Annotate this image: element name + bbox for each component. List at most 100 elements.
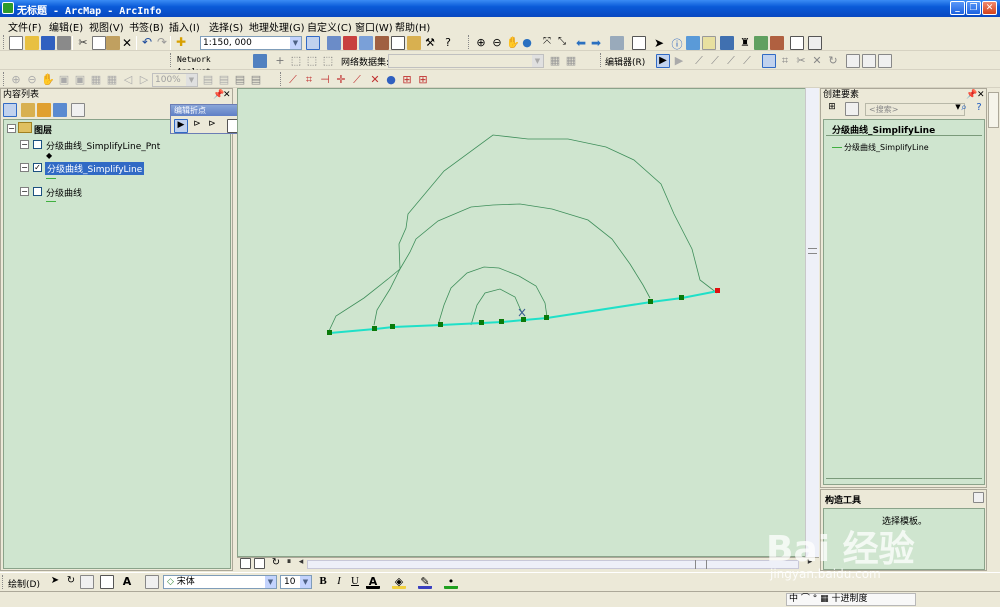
list-by-selection-icon[interactable] xyxy=(53,103,67,117)
layer-name-1[interactable]: 分级曲线_SimplifyLine_Pnt xyxy=(46,139,160,152)
data-view-icon[interactable] xyxy=(240,558,251,569)
template-properties-icon[interactable] xyxy=(845,102,859,116)
menu-insert[interactable]: 插入(I) xyxy=(169,19,200,34)
restore-button[interactable]: ❐ xyxy=(966,1,981,15)
fixed-zoom-in-icon[interactable]: ⤧ xyxy=(540,36,554,50)
layers-root-label[interactable]: 图层 xyxy=(34,123,52,136)
zoom-to-elements-icon[interactable] xyxy=(80,575,94,589)
template-item[interactable]: 分级曲线_SimplifyLine xyxy=(844,142,929,153)
zoom-whole-page-icon[interactable]: ▣ xyxy=(57,73,71,87)
solve-icon[interactable]: ⬚ xyxy=(305,54,319,68)
horizontal-scrollbar[interactable] xyxy=(307,560,799,569)
hyperlink-icon[interactable] xyxy=(686,36,700,50)
new-text-icon[interactable]: A xyxy=(120,575,134,589)
menu-customize[interactable]: 自定义(C) xyxy=(307,19,352,34)
close-icon[interactable]: ✕ xyxy=(977,90,985,100)
layout-back-icon[interactable]: ◁ xyxy=(121,73,135,87)
topology-move-icon[interactable]: ⌗ xyxy=(302,73,316,87)
help-icon[interactable]: ? xyxy=(972,102,986,116)
underline-icon[interactable]: U xyxy=(348,575,362,589)
measure-icon[interactable] xyxy=(720,36,734,50)
editor-menu[interactable]: 编辑器(R) xyxy=(605,55,645,68)
font-size-combo[interactable]: 10 ▼ xyxy=(280,575,312,589)
menu-selection[interactable]: 选择(S) xyxy=(209,19,243,34)
back-extent-icon[interactable]: ⬅ xyxy=(574,36,588,50)
pin-icon[interactable]: 📌 xyxy=(966,90,977,100)
editor-toolbar-icon[interactable] xyxy=(306,36,320,50)
end-point-arc-icon[interactable]: ⟋ xyxy=(708,54,722,68)
sketch-properties-icon[interactable] xyxy=(862,54,876,68)
close-button[interactable]: ✕ xyxy=(982,1,997,15)
topology-node-icon[interactable]: ✛ xyxy=(334,73,348,87)
toggle-draft-icon[interactable]: ▤ xyxy=(201,73,215,87)
menu-file[interactable]: 文件(F) xyxy=(8,19,42,34)
catalog-icon[interactable] xyxy=(343,36,357,50)
edit-tool-icon[interactable]: ▶ xyxy=(656,54,670,68)
topology-error-icon[interactable]: ✕ xyxy=(368,73,382,87)
callout-icon[interactable] xyxy=(145,575,159,589)
reshape-icon[interactable]: ⌗ xyxy=(778,54,792,68)
clear-selection-icon[interactable] xyxy=(632,36,646,50)
scale-combo[interactable]: 1:150, 000 ▼ xyxy=(200,36,302,50)
model-builder-icon[interactable] xyxy=(407,36,421,50)
line-color-icon[interactable]: ✎ xyxy=(418,575,432,589)
expander-layer-2[interactable]: − xyxy=(20,163,29,172)
list-by-source-icon[interactable] xyxy=(21,103,35,117)
expander-layer-3[interactable]: − xyxy=(20,187,29,196)
select-move-location-icon[interactable]: ⬚ xyxy=(289,54,303,68)
organize-templates-icon[interactable]: ⊞ xyxy=(825,102,839,116)
font-combo[interactable]: ◇ 宋体 ▼ xyxy=(163,575,277,589)
minimize-button[interactable]: _ xyxy=(950,1,965,15)
delete-icon[interactable]: ✕ xyxy=(120,36,134,50)
point-icon[interactable]: ⟋ xyxy=(740,54,754,68)
network-identify-icon[interactable]: ▦ xyxy=(564,54,578,68)
scroll-grip[interactable] xyxy=(808,248,817,254)
network-window-icon[interactable] xyxy=(253,54,267,68)
attributes-icon[interactable] xyxy=(846,54,860,68)
cut-polygons-icon[interactable]: ✂ xyxy=(794,54,808,68)
layout-zoom-in-icon[interactable]: ⊕ xyxy=(9,73,23,87)
tools-options-icon[interactable] xyxy=(973,492,984,503)
forward-extent-icon[interactable]: ➡ xyxy=(589,36,603,50)
focus-data-frame-icon[interactable]: ▤ xyxy=(217,73,231,87)
expander-layers[interactable]: − xyxy=(7,124,16,133)
modify-sketch-vertices-icon[interactable]: ▶ xyxy=(174,119,188,133)
menu-bookmarks[interactable]: 书签(B) xyxy=(129,19,164,34)
map-canvas[interactable] xyxy=(238,89,820,558)
directions-icon[interactable]: ⬚ xyxy=(321,54,335,68)
toc-options-icon[interactable] xyxy=(71,103,85,117)
hammer-icon[interactable]: ⚒ xyxy=(423,36,437,50)
copy-icon[interactable] xyxy=(92,36,106,50)
html-popup-icon[interactable] xyxy=(702,36,716,50)
layer-checkbox-1[interactable] xyxy=(33,140,42,149)
scroll-thumb[interactable] xyxy=(695,560,707,569)
rectangle-icon[interactable] xyxy=(100,575,114,589)
layer-checkbox-2[interactable]: ✓ xyxy=(33,163,42,172)
font-color-icon[interactable]: A xyxy=(366,575,380,589)
expander-layer-1[interactable]: − xyxy=(20,140,29,149)
map-display[interactable] xyxy=(237,88,819,557)
network-analyst-menu[interactable]: Network Analyst xyxy=(175,54,248,76)
bold-icon[interactable]: B xyxy=(316,575,330,589)
catalog-tab[interactable] xyxy=(988,92,999,128)
validate-topology-icon[interactable]: ● xyxy=(384,73,398,87)
menu-view[interactable]: 视图(V) xyxy=(89,19,124,34)
pan-icon[interactable]: ✋ xyxy=(506,36,520,50)
menu-help[interactable]: 帮助(H) xyxy=(395,19,430,34)
layout-pan-icon[interactable]: ✋ xyxy=(41,73,55,87)
help-icon[interactable]: ? xyxy=(441,36,455,50)
trace-icon[interactable]: ⟋ xyxy=(724,54,738,68)
create-location-icon[interactable]: + xyxy=(273,54,287,68)
search-icon[interactable]: ⌕ xyxy=(957,102,971,116)
save-icon[interactable] xyxy=(41,36,55,50)
build-network-icon[interactable]: ▦ xyxy=(548,54,562,68)
go-to-xy-icon[interactable] xyxy=(754,36,768,50)
open-icon[interactable] xyxy=(25,36,39,50)
marker-color-icon[interactable]: • xyxy=(444,575,458,589)
paste-icon[interactable] xyxy=(106,36,120,50)
magnifier-icon[interactable] xyxy=(808,36,822,50)
select-elements-icon[interactable]: ➤ xyxy=(652,36,666,50)
fixed-zoom-out-layout-icon[interactable]: ▦ xyxy=(105,73,119,87)
layout-zoom-out-icon[interactable]: ⊖ xyxy=(25,73,39,87)
refresh-icon[interactable]: ↻ xyxy=(269,557,283,571)
